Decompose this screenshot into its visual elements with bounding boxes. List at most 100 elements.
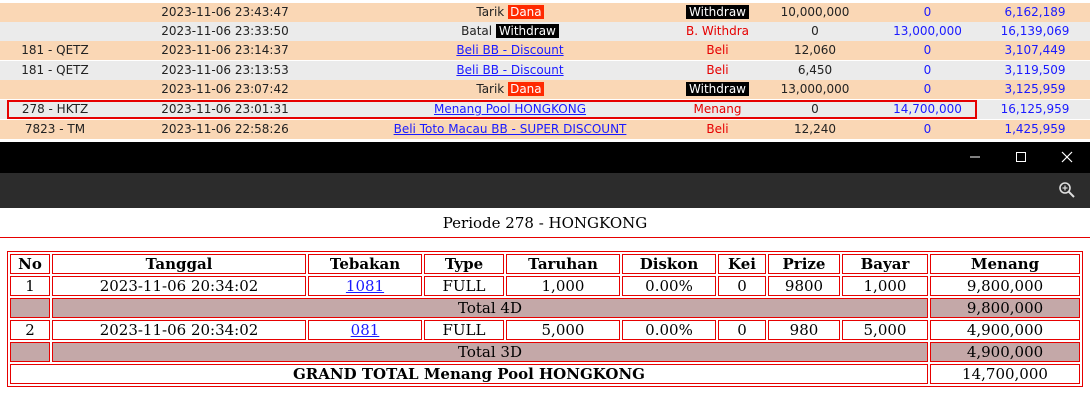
periode-title: Periode 278 - HONGKONG: [442, 214, 648, 232]
desc-prefix: Tarik: [476, 82, 509, 96]
subtotal-amount: 4,900,000: [930, 342, 1080, 362]
result-table: No Tanggal Tebakan Type Taruhan Diskon K…: [7, 251, 1083, 387]
zoom-button[interactable]: [1058, 181, 1076, 199]
transaction-desc-link[interactable]: Beli Toto Macau BB - SUPER DISCOUNT: [394, 122, 627, 136]
col-no: No: [10, 254, 50, 274]
transaction-id: [0, 3, 110, 22]
transaction-history-table: 2023-11-06 23:43:47 Tarik Dana Withdraw …: [0, 0, 1090, 142]
tebakan-link[interactable]: 1081: [346, 277, 384, 295]
transaction-credit: 0: [923, 122, 932, 136]
desc-prefix: Batal: [461, 24, 496, 38]
bet-diskon: 0.00%: [622, 320, 716, 340]
transaction-id: 181 - QETZ: [21, 63, 89, 77]
minimize-icon: [970, 156, 980, 158]
desc-prefix: Tarik: [476, 5, 509, 19]
maximize-button[interactable]: [998, 142, 1044, 173]
transaction-row: 2023-11-06 23:07:42 Tarik Dana Withdraw …: [0, 80, 1090, 99]
transaction-debit: 12,240: [794, 122, 836, 136]
col-bayar: Bayar: [842, 254, 928, 274]
subtotal-row: Total 3D 4,900,000: [10, 342, 1080, 362]
transaction-credit: 13,000,000: [893, 24, 962, 38]
transaction-row: 2023-11-06 23:33:50 Batal Withdraw B. Wi…: [0, 22, 1090, 41]
transaction-date: 2023-11-06 23:43:47: [161, 5, 289, 19]
bet-prize: 980: [768, 320, 840, 340]
col-tanggal: Tanggal: [52, 254, 306, 274]
maximize-icon: [1016, 152, 1026, 162]
subtotal-label: Total 3D: [52, 342, 928, 362]
grand-total-amount: 14,700,000: [930, 364, 1080, 384]
bet-taruhan: 5,000: [506, 320, 620, 340]
transaction-debit: 10,000,000: [780, 5, 850, 19]
transaction-balance: 3,107,449: [1004, 43, 1066, 57]
transaction-debit: 13,000,000: [780, 82, 850, 96]
transaction-desc-link[interactable]: Beli BB - Discount: [456, 63, 563, 77]
popup-toolbar: [0, 173, 1090, 208]
transaction-date: 2023-11-06 23:07:42: [161, 82, 289, 96]
transaction-id: [0, 80, 110, 99]
subtotal-label: Total 4D: [52, 298, 928, 318]
transaction-type: Beli: [706, 122, 729, 136]
bet-taruhan: 1,000: [506, 276, 620, 296]
bet-tanggal: 2023-11-06 20:34:02: [52, 320, 306, 340]
transaction-date: 2023-11-06 23:13:53: [161, 63, 289, 77]
close-icon: [1061, 151, 1073, 163]
subtotal-spacer: [10, 342, 50, 362]
transaction-desc: Tarik Dana: [340, 3, 680, 22]
bet-prize: 9800: [768, 276, 840, 296]
withdraw-tag: Withdraw: [686, 5, 749, 19]
table-row: 2 2023-11-06 20:34:02 081 FULL 5,000 0.0…: [10, 320, 1080, 340]
bet-menang: 4,900,000: [930, 320, 1080, 340]
transaction-balance: 3,119,509: [1004, 63, 1066, 77]
transaction-desc-link[interactable]: Beli BB - Discount: [456, 43, 563, 57]
transaction-credit: 0: [923, 82, 932, 96]
transaction-id: 7823 - TM: [24, 122, 86, 136]
transaction-desc: Batal Withdraw: [340, 22, 680, 41]
dana-tag: Dana: [508, 82, 544, 96]
subtotal-row: Total 4D 9,800,000: [10, 298, 1080, 318]
withdraw-tag: Withdraw: [495, 24, 559, 38]
subtotal-amount: 9,800,000: [930, 298, 1080, 318]
bet-bayar: 1,000: [842, 276, 928, 296]
transaction-desc: Beli BB - Discount: [340, 61, 680, 80]
table-row: 1 2023-11-06 20:34:02 1081 FULL 1,000 0.…: [10, 276, 1080, 296]
transaction-type: Beli: [706, 43, 729, 57]
divider: [0, 237, 1090, 238]
transaction-balance: 16,125,959: [1000, 102, 1070, 116]
bet-kei: 0: [718, 320, 766, 340]
zoom-icon: [1059, 182, 1075, 198]
transaction-desc: Beli Toto Macau BB - SUPER DISCOUNT: [340, 120, 680, 139]
close-button[interactable]: [1044, 142, 1090, 173]
bet-bayar: 5,000: [842, 320, 928, 340]
transaction-credit: 0: [923, 5, 932, 19]
col-kei: Kei: [718, 254, 766, 274]
tebakan-link[interactable]: 081: [351, 321, 380, 339]
withdraw-tag: Withdraw: [686, 82, 749, 96]
col-prize: Prize: [768, 254, 840, 274]
header-row: No Tanggal Tebakan Type Taruhan Diskon K…: [10, 254, 1080, 274]
transaction-debit: 12,060: [794, 43, 836, 57]
transaction-id: [0, 22, 110, 41]
transaction-type: Withdraw: [680, 3, 755, 22]
transaction-row: 181 - QETZ 2023-11-06 23:13:53 Beli BB -…: [0, 61, 1090, 80]
transaction-type: Withdraw: [680, 80, 755, 99]
transaction-row: 7823 - TM 2023-11-06 22:58:26 Beli Toto …: [0, 120, 1090, 139]
grand-total-row: GRAND TOTAL Menang Pool HONGKONG 14,700,…: [10, 364, 1080, 384]
transaction-date: 2023-11-06 22:58:26: [161, 122, 289, 136]
transaction-type: Beli: [706, 63, 729, 77]
bet-diskon: 0.00%: [622, 276, 716, 296]
col-type: Type: [424, 254, 504, 274]
result-content: Periode 278 - HONGKONG No Tanggal Tebaka…: [0, 208, 1090, 402]
bet-no: 2: [10, 320, 50, 340]
transaction-credit: 0: [923, 63, 932, 77]
transaction-row: 2023-11-06 23:43:47 Tarik Dana Withdraw …: [0, 3, 1090, 22]
bet-type: FULL: [424, 320, 504, 340]
transaction-balance: 6,162,189: [1004, 5, 1066, 19]
col-menang: Menang: [930, 254, 1080, 274]
transaction-desc: Beli BB - Discount: [340, 41, 680, 60]
transaction-date: 2023-11-06 23:33:50: [161, 24, 289, 38]
transaction-debit: 0: [811, 24, 819, 38]
highlight-box: [7, 100, 977, 119]
transaction-balance: 1,425,959: [1004, 122, 1066, 136]
minimize-button[interactable]: [952, 142, 998, 173]
bet-tebakan: 1081: [308, 276, 422, 296]
